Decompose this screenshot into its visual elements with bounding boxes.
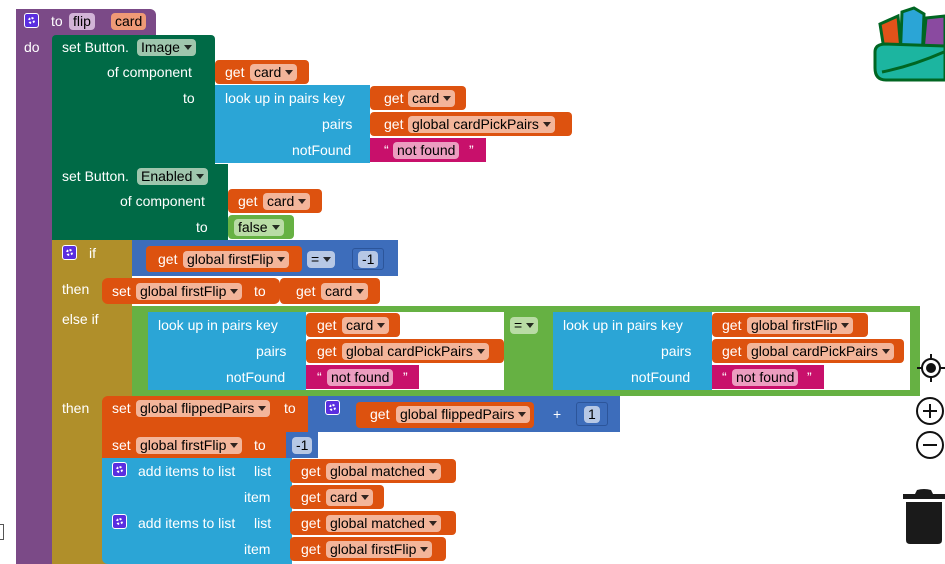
text-field[interactable]: not found xyxy=(393,142,460,159)
get-label: get xyxy=(370,406,390,422)
var-dropdown[interactable]: global firstFlip xyxy=(747,317,854,334)
var-dropdown[interactable]: global flippedPairs xyxy=(396,406,531,423)
get-label: get xyxy=(722,343,742,359)
property-image-dropdown[interactable]: Image xyxy=(137,39,196,56)
item-label: item xyxy=(244,489,271,505)
to-label: to xyxy=(196,219,208,235)
add-items-label: add items to list xyxy=(138,463,236,479)
of-component-label: of component xyxy=(107,64,192,80)
get-label: get xyxy=(301,541,321,557)
plus-operator: + xyxy=(553,406,562,422)
text-field[interactable]: not found xyxy=(732,369,799,386)
then-label: then xyxy=(62,400,90,416)
set-label: set xyxy=(112,437,131,453)
procedure-to-label: to xyxy=(51,13,63,29)
pairs-label: pairs xyxy=(322,116,353,132)
pairs-label: pairs xyxy=(661,343,692,359)
item-label: item xyxy=(244,541,271,557)
get-label: get xyxy=(317,317,337,333)
zoom-out-icon[interactable] xyxy=(915,430,945,460)
list-label: list xyxy=(254,463,272,479)
quote-open: “ xyxy=(317,369,322,385)
zoom-in-icon[interactable] xyxy=(915,396,945,426)
get-label: get xyxy=(225,64,245,80)
number-field[interactable]: -1 xyxy=(292,437,313,454)
get-label: get xyxy=(158,251,178,267)
set-label: set xyxy=(112,283,131,299)
var-dropdown[interactable]: global cardPickPairs xyxy=(747,343,894,360)
get-label: get xyxy=(317,343,337,359)
set-image-label: set Button. xyxy=(62,39,129,55)
if-label: if xyxy=(89,245,96,261)
trash-icon[interactable] xyxy=(903,488,945,544)
var-dropdown[interactable]: card xyxy=(408,90,456,107)
quote-open: “ xyxy=(384,142,389,158)
set-label: set xyxy=(112,400,131,416)
to-label: to xyxy=(254,437,266,453)
then-label: then xyxy=(62,281,90,297)
var-dropdown[interactable]: card xyxy=(263,193,311,210)
var-dropdown[interactable]: global cardPickPairs xyxy=(408,116,555,133)
lookup-label: look up in pairs key xyxy=(158,317,278,333)
var-dropdown[interactable]: global matched xyxy=(326,463,441,480)
notfound-label: notFound xyxy=(631,369,691,385)
backpack-icon[interactable] xyxy=(872,2,945,84)
notfound-label: notFound xyxy=(226,369,286,385)
operator-dropdown[interactable]: = xyxy=(510,317,539,334)
var-dropdown[interactable]: card xyxy=(321,283,369,300)
procedure-name-field[interactable]: flip xyxy=(69,13,95,30)
elseif-label: else if xyxy=(62,311,99,327)
get-label: get xyxy=(296,283,316,299)
property-enabled-dropdown[interactable]: Enabled xyxy=(137,168,209,185)
get-label: get xyxy=(301,463,321,479)
gear-icon[interactable] xyxy=(62,245,77,260)
procedure-body-bar xyxy=(16,9,54,564)
var-dropdown[interactable]: global firstFlip xyxy=(136,283,243,300)
var-dropdown[interactable]: global firstFlip xyxy=(326,541,433,558)
var-dropdown[interactable]: global matched xyxy=(326,515,441,532)
var-dropdown[interactable]: global cardPickPairs xyxy=(342,343,489,360)
operator-dropdown[interactable]: = xyxy=(307,251,336,268)
var-dropdown[interactable]: global flippedPairs xyxy=(136,400,271,417)
lookup-label: look up in pairs key xyxy=(563,317,683,333)
list-label: list xyxy=(254,515,272,531)
var-dropdown[interactable]: card xyxy=(250,64,298,81)
quote-close: ” xyxy=(403,369,408,385)
var-dropdown[interactable]: global firstFlip xyxy=(136,437,243,454)
quote-open: “ xyxy=(722,369,727,385)
var-dropdown[interactable]: card xyxy=(326,489,374,506)
gear-icon[interactable] xyxy=(24,13,39,28)
get-label: get xyxy=(722,317,742,333)
notfound-label: notFound xyxy=(292,142,352,158)
procedure-do-label: do xyxy=(24,39,40,55)
get-label: get xyxy=(238,193,258,209)
to-label: to xyxy=(183,90,195,106)
to-label: to xyxy=(254,283,266,299)
scroll-indicator xyxy=(0,524,4,540)
get-label: get xyxy=(384,116,404,132)
to-label: to xyxy=(284,400,296,416)
get-label: get xyxy=(301,515,321,531)
quote-close: ” xyxy=(469,142,474,158)
gear-icon[interactable] xyxy=(112,462,127,477)
add-items-label: add items to list xyxy=(138,515,236,531)
pairs-label: pairs xyxy=(256,343,287,359)
var-dropdown[interactable]: card xyxy=(342,317,390,334)
get-label: get xyxy=(301,489,321,505)
recenter-icon[interactable] xyxy=(917,354,945,382)
get-label: get xyxy=(384,90,404,106)
text-field[interactable]: not found xyxy=(327,369,394,386)
number-field[interactable]: -1 xyxy=(358,251,379,268)
quote-close: ” xyxy=(807,369,812,385)
set-enabled-label: set Button. xyxy=(62,168,129,184)
gear-icon[interactable] xyxy=(112,514,127,529)
number-field[interactable]: 1 xyxy=(584,406,600,423)
gear-icon[interactable] xyxy=(325,400,340,415)
procedure-param-field[interactable]: card xyxy=(111,13,147,30)
of-component-label: of component xyxy=(120,193,205,209)
lookup-label: look up in pairs key xyxy=(225,90,345,106)
var-dropdown[interactable]: global firstFlip xyxy=(183,251,290,268)
boolean-dropdown[interactable]: false xyxy=(234,219,284,236)
